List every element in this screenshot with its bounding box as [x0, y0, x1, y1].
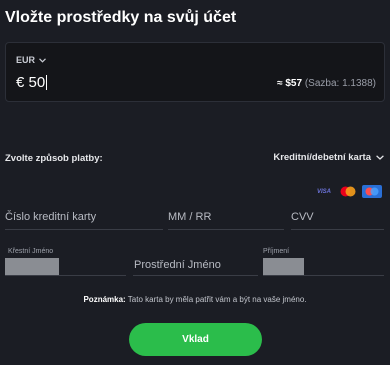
converted-value: ≈ $57	[277, 78, 303, 89]
payment-method-dropdown[interactable]: Kreditní/debetní karta	[273, 152, 384, 163]
first-name-input[interactable]	[5, 258, 59, 275]
note-text: Tato karta by měla patřit vám a být na v…	[125, 295, 307, 304]
note-label: Poznámka:	[83, 295, 126, 304]
deposit-button[interactable]: Vklad	[129, 323, 262, 356]
card-ownership-note: Poznámka: Tato karta by měla patřit vám …	[0, 295, 390, 304]
text-caret	[46, 75, 48, 90]
currency-selector[interactable]: EUR	[16, 55, 46, 65]
chevron-down-icon	[39, 57, 46, 63]
expiry-input[interactable]: MM / RR	[168, 211, 284, 230]
payment-method-selected: Kreditní/debetní karta	[273, 152, 371, 163]
chevron-down-icon	[376, 155, 384, 160]
exchange-rate: (Sazba: 1.1388)	[304, 78, 376, 89]
cvv-input[interactable]: CVV	[291, 211, 384, 230]
amount-value: € 50	[16, 74, 46, 91]
visa-logo-icon: VISA	[314, 185, 334, 198]
last-name-underline	[263, 275, 384, 276]
first-name-underline	[5, 275, 126, 276]
card-number-input[interactable]: Číslo kreditní karty	[5, 211, 163, 230]
last-name-input[interactable]	[263, 258, 304, 275]
page-title: Vložte prostředky na svůj účet	[5, 9, 237, 26]
middle-name-underline	[133, 275, 258, 276]
card-logos: VISA	[314, 185, 382, 198]
mastercard-logo-icon	[338, 185, 358, 198]
maestro-logo-icon	[362, 185, 382, 198]
middle-name-input[interactable]: Prostřední Jméno	[134, 259, 221, 271]
visa-logo-text: VISA	[316, 188, 331, 195]
payment-method-label: Zvolte způsob platby:	[5, 153, 103, 164]
last-name-label: Příjmení	[263, 248, 290, 255]
conversion-readout: ≈ $57 (Sazba: 1.1388)	[277, 78, 376, 89]
currency-label: EUR	[16, 55, 36, 65]
amount-field[interactable]: € 50	[16, 74, 48, 91]
first-name-label: Křestní Jméno	[8, 248, 54, 255]
amount-input-box[interactable]: EUR € 50 ≈ $57 (Sazba: 1.1388)	[5, 42, 385, 102]
deposit-dialog: Vložte prostředky na svůj účet EUR € 50 …	[0, 0, 390, 365]
